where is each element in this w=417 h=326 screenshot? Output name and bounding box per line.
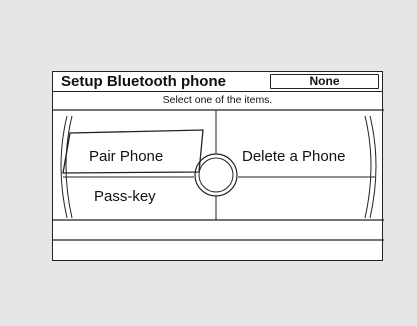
- instruction-text: Select one of the items.: [162, 94, 273, 106]
- menu-item-delete-phone[interactable]: Delete a Phone: [242, 148, 345, 166]
- bluetooth-setup-screen: Setup Bluetooth phone None Select one of…: [52, 71, 384, 261]
- status-box: None: [270, 74, 379, 89]
- screen-title: Setup Bluetooth phone: [61, 73, 226, 90]
- title-bar: Setup Bluetooth phone None: [53, 72, 382, 92]
- page-background: Setup Bluetooth phone None Select one of…: [0, 0, 417, 326]
- menu-item-pass-key[interactable]: Pass-key: [94, 188, 156, 206]
- menu-item-pair-phone[interactable]: Pair Phone: [89, 148, 163, 166]
